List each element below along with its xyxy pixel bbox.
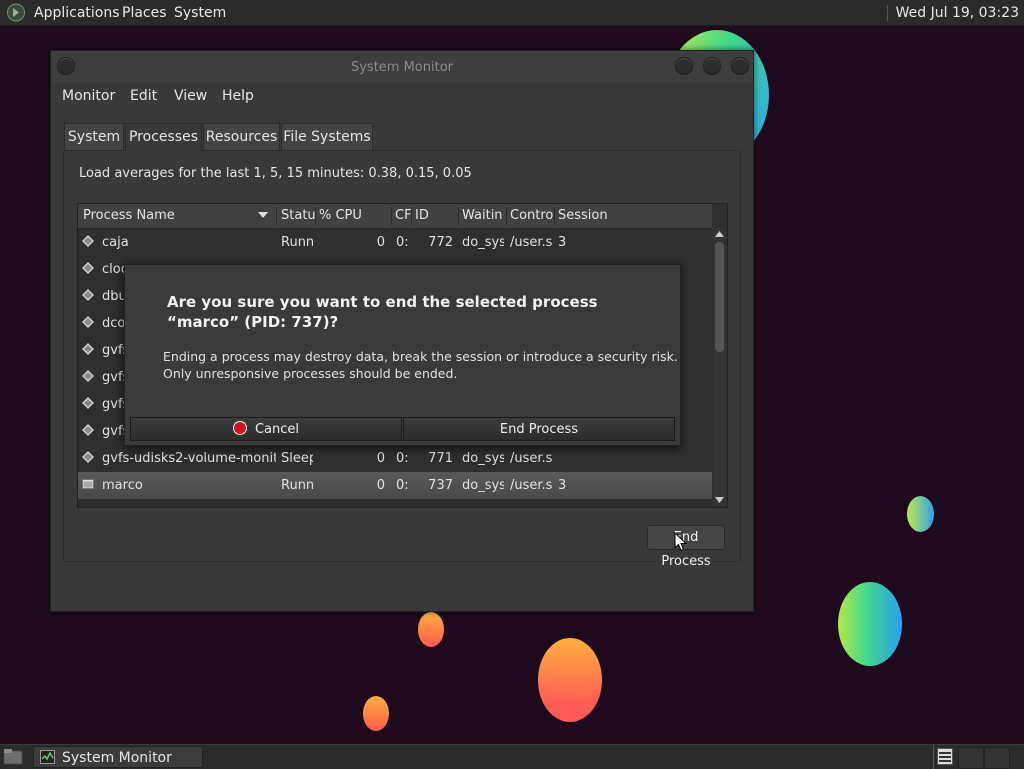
table-scrollbar[interactable]	[713, 228, 726, 506]
process-icon	[82, 289, 94, 301]
mate-logo-icon[interactable]	[6, 3, 26, 22]
cell-status: Runn	[281, 235, 313, 250]
table-row[interactable]: caja Runn 0 0: 772 do_sys/user.s 3	[78, 229, 712, 256]
taskbar-label: System Monitor	[62, 750, 172, 766]
cell-session: 3	[558, 235, 567, 250]
load-averages: Load averages for the last 1, 5, 15 minu…	[79, 166, 472, 181]
minimize-icon[interactable]	[675, 57, 693, 75]
cell-cpu: 0	[376, 478, 385, 493]
desktop-bubble	[538, 638, 602, 722]
process-icon	[82, 262, 94, 274]
desktop-bubble	[418, 612, 444, 647]
window-title: System Monitor	[350, 60, 454, 75]
column-process-name[interactable]: Process Name	[83, 208, 253, 223]
tab-processes[interactable]: Processes	[125, 123, 202, 151]
cell-name: gvfs-udisks2-volume-monitc	[102, 451, 276, 466]
column-control[interactable]: Contro	[510, 208, 554, 223]
stop-icon	[232, 421, 247, 435]
end-process-dialog: Are you sure you want to end the selecte…	[124, 264, 681, 446]
sort-descending-icon	[258, 212, 268, 218]
process-icon	[82, 451, 94, 463]
workspace-2[interactable]	[984, 747, 1010, 769]
cell-cputime: 0:	[396, 451, 408, 466]
menu-edit[interactable]: Edit	[130, 88, 157, 104]
process-icon	[82, 343, 94, 355]
cell-cpu: 0	[376, 235, 385, 250]
column-cpu[interactable]: % CPU	[319, 208, 389, 223]
show-desktop-icon[interactable]	[3, 748, 23, 765]
cancel-label: Cancel	[254, 422, 300, 437]
cell-status: Sleep	[281, 451, 313, 466]
menu-applications[interactable]: Applications	[34, 5, 120, 21]
cancel-button[interactable]: Cancel	[130, 417, 402, 441]
cell-control: /user.s	[510, 451, 552, 466]
desktop-bubble	[363, 696, 389, 731]
desktop-bubble	[907, 496, 934, 532]
menu-view[interactable]: View	[174, 88, 207, 104]
menu-places[interactable]: Places	[122, 5, 167, 21]
column-waiting[interactable]: Waitin	[462, 208, 506, 223]
table-row[interactable]: gvfs-udisks2-volume-monitc Sleep 0 0: 771 do_…	[78, 445, 712, 472]
cell-control: /user.s	[510, 235, 552, 250]
cell-name: caja	[102, 235, 129, 250]
cell-control: /user.s	[510, 478, 552, 493]
process-icon	[82, 316, 94, 328]
desktop-bubble	[838, 582, 902, 666]
scroll-up-icon[interactable]	[715, 231, 724, 237]
confirm-end-process-button[interactable]: End Process	[403, 417, 675, 441]
cell-id: 737	[428, 478, 453, 493]
tab-resources[interactable]: Resources	[203, 123, 280, 151]
dialog-body-line2: Only unresponsive processes should be en…	[163, 366, 458, 381]
tab-system[interactable]: System	[64, 123, 124, 151]
cell-cpu: 0	[376, 451, 385, 466]
cell-waiting: do_sys	[462, 235, 504, 250]
top-panel: Applications Places System Wed Jul 19, 0…	[0, 0, 1024, 26]
workspace-1[interactable]	[958, 747, 984, 769]
cell-cputime: 0:	[396, 235, 408, 250]
bottom-panel: System Monitor	[0, 744, 1024, 769]
dialog-heading: Are you sure you want to end the selecte…	[167, 293, 598, 331]
cell-cputime: 0:	[396, 478, 408, 493]
column-session[interactable]: Session	[558, 208, 638, 223]
cell-status: Runn	[281, 478, 313, 493]
cell-id: 772	[428, 235, 453, 250]
mouse-cursor-icon	[674, 532, 687, 552]
scrollbar-thumb[interactable]	[715, 242, 724, 352]
menu-help[interactable]: Help	[222, 88, 254, 104]
tab-file-systems[interactable]: File Systems	[281, 123, 373, 151]
process-icon	[82, 370, 94, 382]
menu-system[interactable]: System	[174, 5, 226, 21]
system-monitor-icon	[40, 750, 55, 764]
cell-name: marco	[102, 478, 143, 493]
table-row[interactable]: marco Runn 0 0: 737 do_sys/user.s 3	[78, 472, 712, 499]
close-icon[interactable]	[731, 57, 749, 75]
column-cpu-time[interactable]: CF	[395, 208, 411, 223]
taskbar-item-system-monitor[interactable]: System Monitor	[33, 746, 203, 768]
column-status[interactable]: Statu	[281, 208, 315, 223]
title-bar[interactable]: System Monitor	[51, 51, 753, 83]
cell-waiting: do_sys	[462, 451, 504, 466]
menu-monitor[interactable]: Monitor	[62, 88, 115, 104]
clock[interactable]: Wed Jul 19, 03:23	[886, 5, 1019, 21]
dialog-body-line1: Ending a process may destroy data, break…	[163, 349, 678, 364]
process-icon	[82, 235, 94, 247]
table-header: Process Name Statu % CPU CF ID Waitin Co…	[78, 204, 712, 229]
workspace-switcher-icon[interactable]	[937, 748, 953, 765]
window-process-icon	[82, 479, 94, 489]
maximize-icon[interactable]	[703, 57, 721, 75]
cell-session: 3	[558, 478, 567, 493]
cell-id: 771	[428, 451, 453, 466]
process-icon	[82, 397, 94, 409]
cell-waiting: do_sys	[462, 478, 504, 493]
process-icon	[82, 424, 94, 436]
column-id[interactable]: ID	[415, 208, 455, 223]
scroll-down-icon[interactable]	[715, 497, 724, 503]
